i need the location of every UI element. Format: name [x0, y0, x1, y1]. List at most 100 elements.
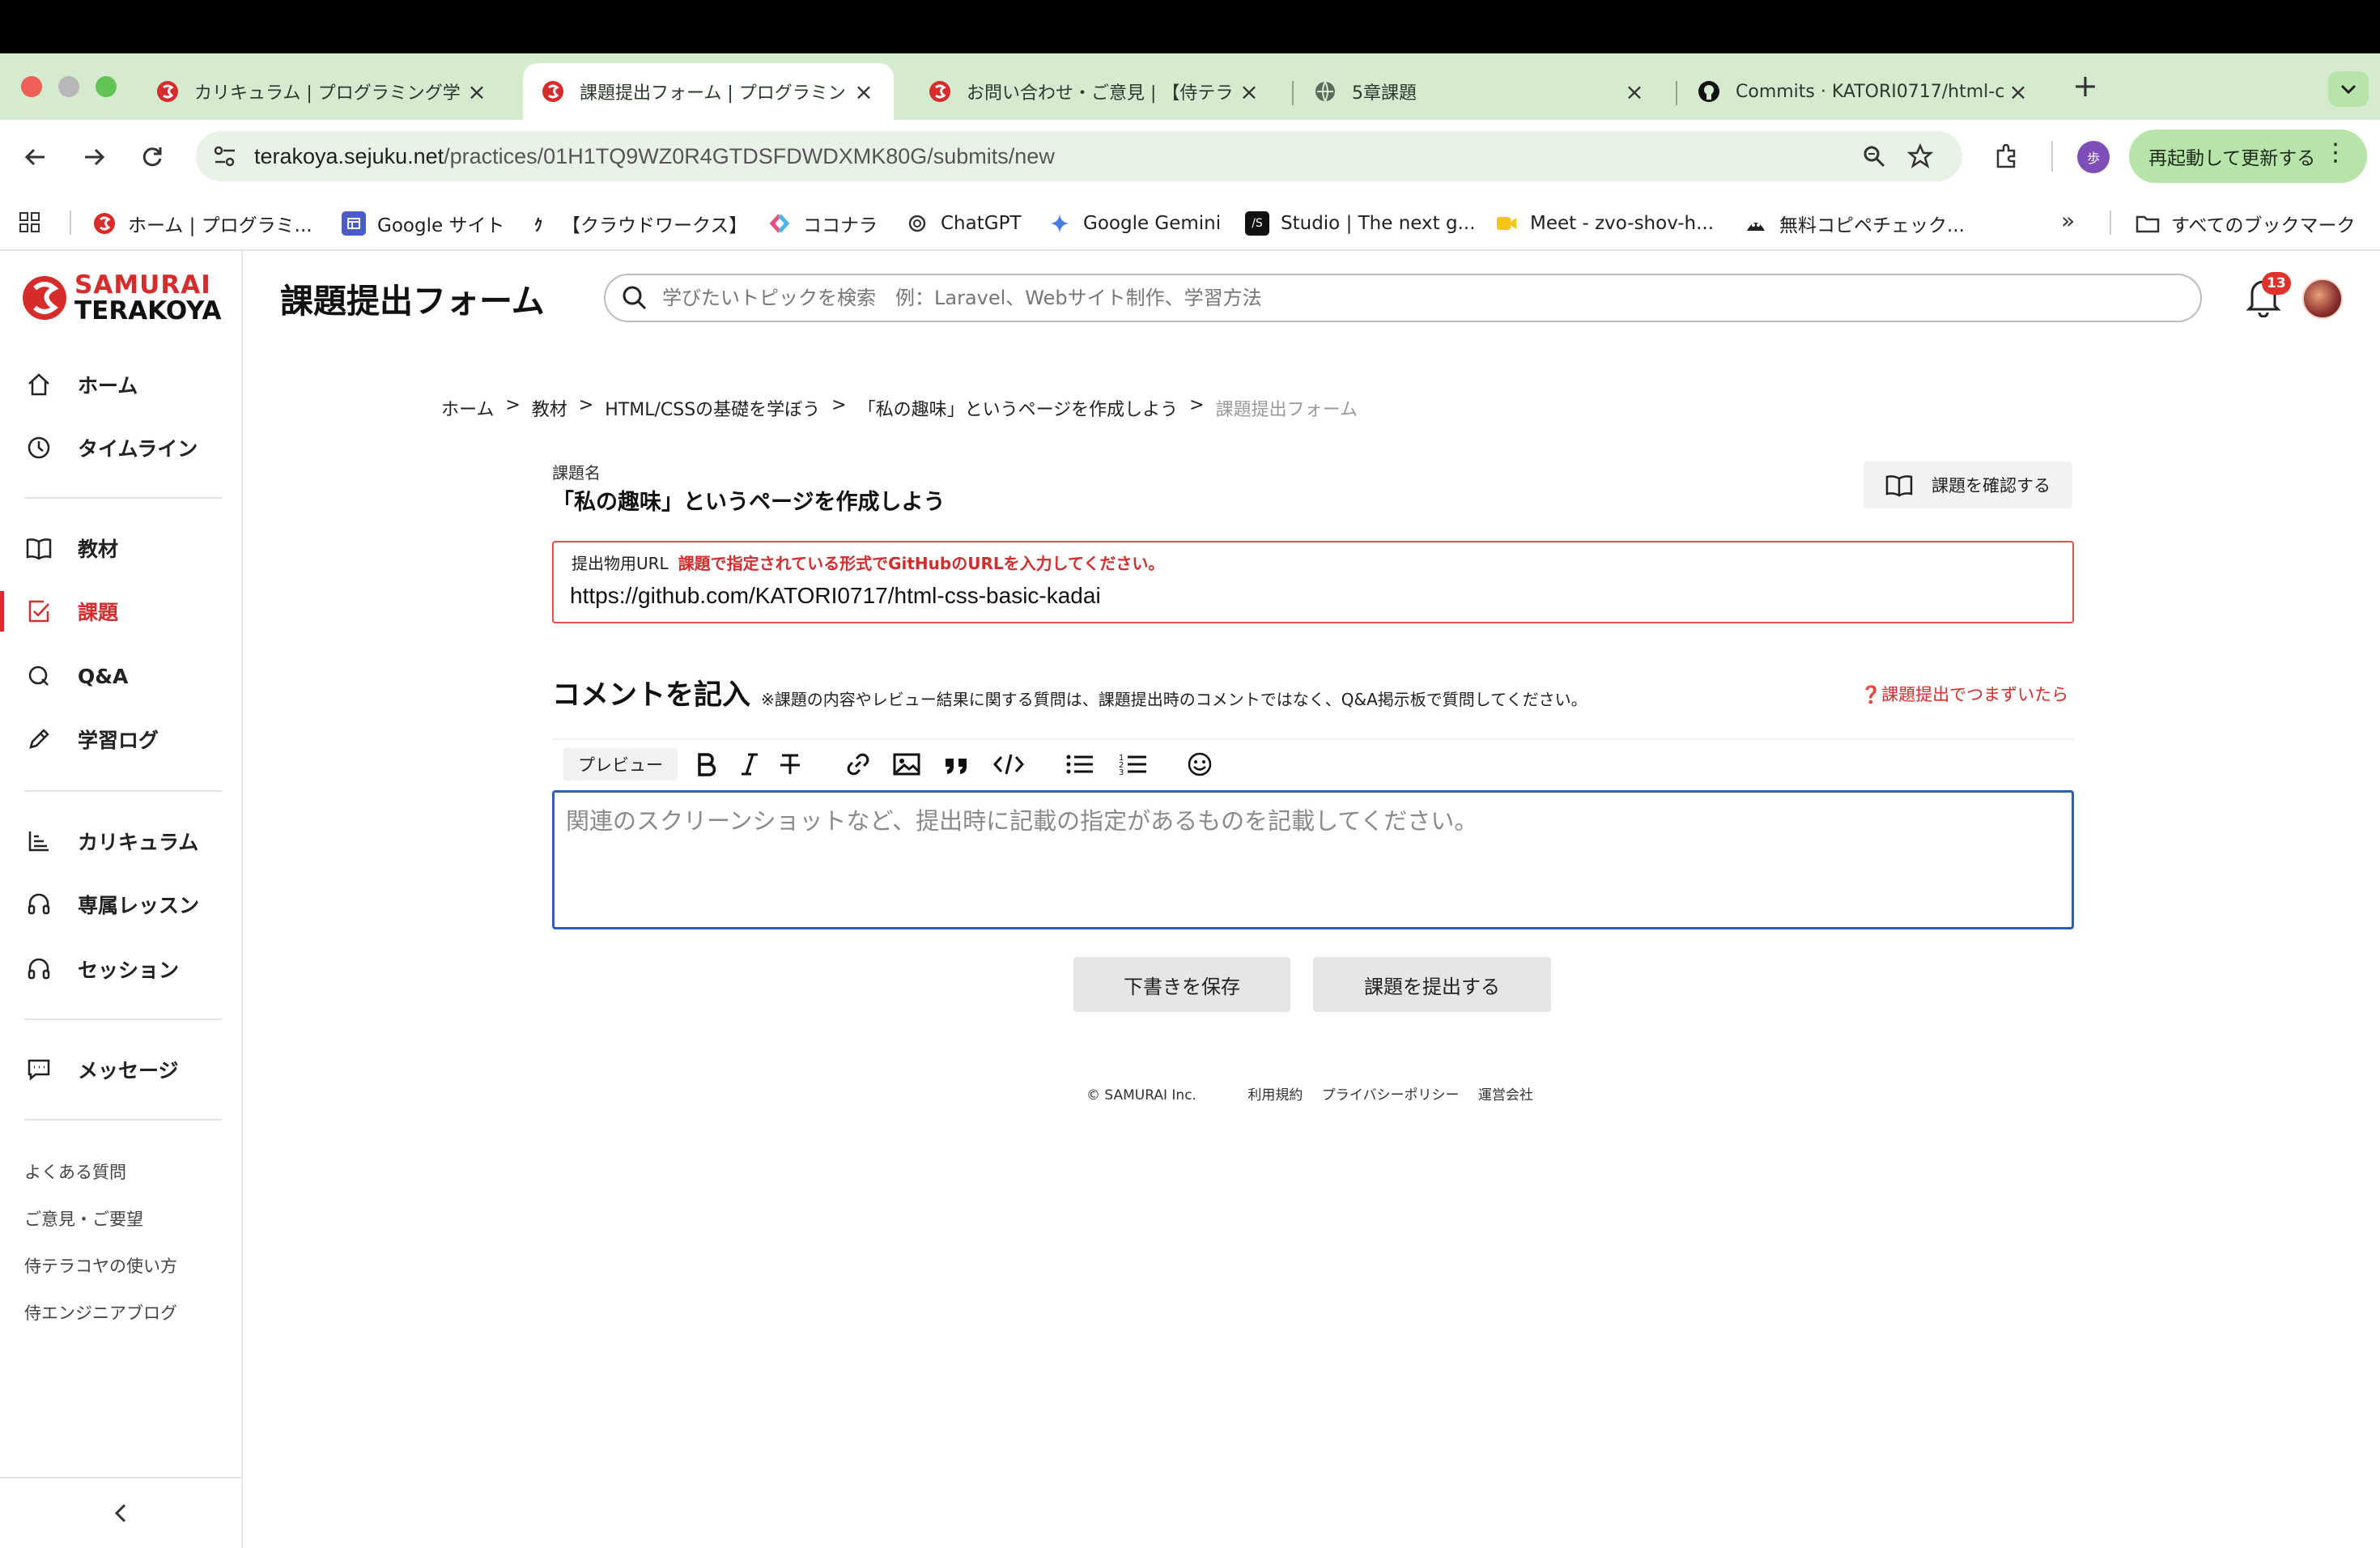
samurai-favicon-icon — [928, 79, 952, 104]
sidebar-item-messages[interactable]: メッセージ — [0, 1044, 241, 1095]
sidebar-divider — [24, 1019, 222, 1020]
site-info-icon[interactable] — [212, 144, 238, 168]
sidebar-item-session[interactable]: セッション — [0, 944, 241, 994]
forward-button[interactable] — [74, 138, 113, 176]
close-tab-icon[interactable]: × — [2006, 79, 2030, 105]
window-close-button[interactable] — [21, 76, 42, 97]
chevron-down-icon — [2340, 84, 2357, 95]
browser-tab-active[interactable]: 課題提出フォーム | プログラミン × — [523, 63, 894, 120]
submission-url-input[interactable] — [570, 578, 2051, 614]
reload-button[interactable] — [133, 138, 172, 176]
url-host: terakoya.sejuku.net — [254, 144, 444, 168]
restart-label: 再起動して更新する — [2148, 148, 2316, 169]
all-bookmarks-button[interactable]: すべてのブックマーク — [2136, 209, 2355, 238]
sidebar-item-label: 教材 — [78, 538, 119, 561]
extensions-icon[interactable] — [1993, 142, 2021, 170]
breadcrumb-home[interactable]: ホーム — [441, 395, 494, 421]
breadcrumb-course[interactable]: HTML/CSSの基礎を学ぼう — [605, 395, 820, 421]
sidebar-link-faq[interactable]: よくある質問 — [24, 1159, 126, 1184]
sidebar-item-qa[interactable]: Q&A — [0, 651, 241, 701]
profile-avatar[interactable]: 歩 — [2077, 141, 2110, 173]
back-button[interactable] — [16, 138, 55, 176]
apps-grid-icon[interactable] — [18, 211, 42, 235]
italic-icon[interactable] — [732, 746, 767, 782]
notification-badge: 13 — [2262, 272, 2291, 295]
browser-tab[interactable]: カリキュラム | プログラミング学 × — [138, 63, 507, 120]
brand-line1: SAMURAI — [74, 270, 211, 300]
window-minimize-button[interactable] — [58, 76, 79, 97]
sidebar-item-timeline[interactable]: タイムライン — [0, 423, 241, 473]
footer-link-terms[interactable]: 利用規約 — [1247, 1087, 1303, 1104]
quote-icon[interactable] — [939, 746, 975, 782]
bookmark-item[interactable]: ホーム | プログラミ... — [92, 209, 312, 238]
sidebar-item-curriculum[interactable]: カリキュラム — [0, 816, 241, 866]
comment-textarea[interactable] — [552, 790, 2074, 929]
sidebar-link-blog[interactable]: 侍エンジニアブログ — [24, 1300, 177, 1325]
search-bar[interactable] — [604, 274, 2202, 322]
check-task-button[interactable]: 課題を確認する — [1864, 461, 2072, 508]
sidebar-item-materials[interactable]: 教材 — [0, 523, 241, 573]
search-input[interactable] — [662, 287, 2119, 309]
submit-task-button[interactable]: 課題を提出する — [1313, 957, 1551, 1012]
emoji-icon[interactable] — [1182, 746, 1218, 782]
samurai-favicon-icon — [92, 211, 117, 236]
restart-update-button[interactable]: 再起動して更新する ⋮ — [2129, 130, 2367, 183]
window-zoom-button[interactable] — [96, 76, 117, 97]
bold-icon[interactable] — [688, 746, 724, 782]
search-icon — [623, 286, 647, 310]
browser-tab[interactable]: 5章課題 × — [1295, 63, 1664, 120]
sidebar-item-study-log[interactable]: 学習ログ — [0, 714, 241, 764]
google-sites-icon — [342, 211, 366, 236]
numbered-list-icon[interactable]: 123 — [1116, 746, 1151, 782]
headset-icon — [24, 890, 53, 919]
browser-tab[interactable]: お問い合わせ・ご意見 | 【侍テラ × — [910, 63, 1279, 120]
close-tab-icon[interactable]: × — [1622, 79, 1647, 105]
bookmark-star-icon[interactable] — [1907, 143, 1933, 169]
bullet-list-icon[interactable] — [1062, 746, 1098, 782]
new-tab-icon[interactable]: + — [2072, 68, 2098, 104]
submission-help-link[interactable]: ❓課題提出でつまずいたら — [1860, 682, 2068, 706]
user-avatar[interactable] — [2302, 279, 2343, 319]
bookmark-item[interactable]: /S Studio | The next g... — [1245, 209, 1476, 238]
bookmark-item[interactable]: ｸ 【クラウドワークス】 — [526, 209, 747, 238]
brand-line2: TERAKOYA — [74, 296, 222, 325]
svg-text:3: 3 — [1119, 768, 1124, 776]
bookmark-item[interactable]: 無料コピペチェック... — [1744, 209, 1965, 238]
breadcrumb-materials[interactable]: 教材 — [532, 395, 567, 421]
close-tab-icon[interactable]: × — [1237, 79, 1261, 105]
save-draft-button[interactable]: 下書きを保存 — [1073, 957, 1290, 1012]
image-icon[interactable] — [889, 746, 924, 782]
browser-tab[interactable]: Commits · KATORI0717/html-c × — [1679, 63, 2048, 120]
sidebar-item-label: 課題 — [78, 601, 119, 624]
sidebar-item-private-lesson[interactable]: 専属レッスン — [0, 879, 241, 929]
brand-logo[interactable]: SAMURAI TERAKOYA — [21, 272, 222, 324]
bookmark-item[interactable]: ChatGPT — [905, 209, 1022, 238]
bookmarks-bar: ホーム | プログラミ... Google サイト ｸ 【クラウドワークス】 ココ… — [0, 194, 2380, 251]
sidebar-link-howto[interactable]: 侍テラコヤの使い方 — [24, 1253, 177, 1278]
sidebar-item-tasks[interactable]: 課題 — [0, 586, 241, 636]
sidebar-link-feedback[interactable]: ご意見・ご要望 — [24, 1206, 143, 1231]
address-bar[interactable]: terakoya.sejuku.net/practices/01H1TQ9WZ0… — [196, 131, 1962, 181]
close-tab-icon[interactable]: × — [852, 79, 876, 105]
globe-icon — [1313, 79, 1337, 104]
breadcrumb-lesson[interactable]: 「私の趣味」というページを作成しよう — [858, 395, 1179, 421]
bookmark-item[interactable]: Google サイト — [342, 209, 504, 238]
sidebar-collapse-button[interactable] — [0, 1477, 241, 1548]
preview-button[interactable]: プレビュー — [563, 748, 678, 780]
code-icon[interactable] — [991, 746, 1026, 782]
sidebar-item-home[interactable]: ホーム — [0, 359, 241, 410]
strikethrough-icon[interactable] — [772, 746, 808, 782]
footer-link-company[interactable]: 運営会社 — [1478, 1087, 1533, 1104]
zoom-icon[interactable] — [1862, 144, 1886, 168]
tab-search-button[interactable] — [2328, 71, 2369, 107]
link-icon[interactable] — [840, 746, 876, 782]
more-bookmarks-icon[interactable]: » — [2061, 207, 2075, 234]
bookmark-label: Google Gemini — [1083, 213, 1222, 234]
footer-link-privacy[interactable]: プライバシーポリシー — [1322, 1087, 1460, 1104]
tab-title: 課題提出フォーム | プログラミン — [580, 83, 846, 104]
close-tab-icon[interactable]: × — [465, 79, 489, 105]
bookmark-item[interactable]: Meet - zvo-shov-h... — [1494, 209, 1714, 238]
bookmark-item[interactable]: ココナラ — [767, 209, 878, 238]
bookmark-item[interactable]: Google Gemini — [1048, 209, 1221, 238]
breadcrumb-separator: > — [1189, 395, 1205, 415]
